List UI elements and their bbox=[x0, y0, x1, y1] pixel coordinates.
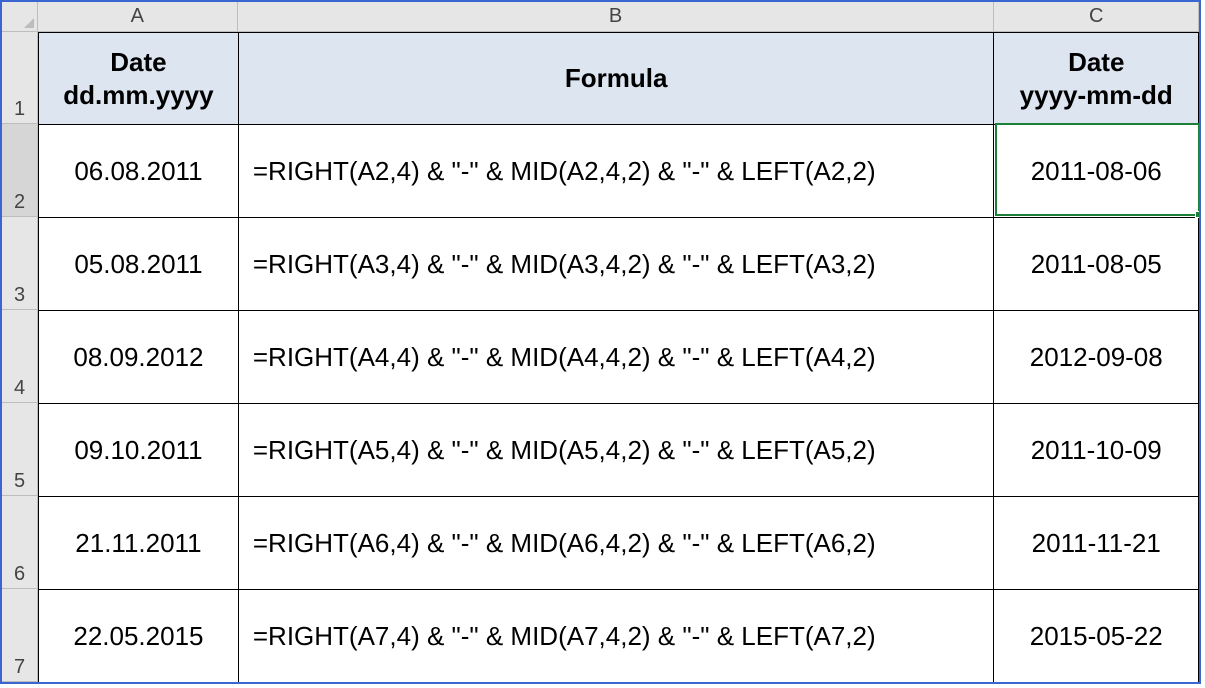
cell-A4[interactable]: 08.09.2012 bbox=[39, 311, 239, 404]
cell-A3[interactable]: 05.08.2011 bbox=[39, 218, 239, 311]
spreadsheet-table: Datedd.mm.yyyy Formula Dateyyyy-mm-dd 06… bbox=[38, 32, 1199, 683]
cell-B3[interactable]: =RIGHT(A3,4) & "-" & MID(A3,4,2) & "-" &… bbox=[238, 218, 994, 311]
row-header-7[interactable]: 7 bbox=[2, 589, 37, 682]
row-header-2[interactable]: 2 bbox=[2, 124, 37, 217]
column-headers: A B C bbox=[38, 2, 1199, 32]
cell-B4[interactable]: =RIGHT(A4,4) & "-" & MID(A4,4,2) & "-" &… bbox=[238, 311, 994, 404]
cell-A2[interactable]: 06.08.2011 bbox=[39, 125, 239, 218]
table-row: 06.08.2011 =RIGHT(A2,4) & "-" & MID(A2,4… bbox=[39, 125, 1199, 218]
col-header-A[interactable]: A bbox=[38, 2, 238, 31]
cell-A1[interactable]: Datedd.mm.yyyy bbox=[39, 33, 239, 125]
select-all-corner[interactable] bbox=[2, 2, 38, 32]
row-header-4[interactable]: 4 bbox=[2, 310, 37, 403]
cell-C5[interactable]: 2011-10-09 bbox=[994, 404, 1199, 497]
cell-C4[interactable]: 2012-09-08 bbox=[994, 311, 1199, 404]
cell-A7[interactable]: 22.05.2015 bbox=[39, 590, 239, 683]
table-row: 21.11.2011 =RIGHT(A6,4) & "-" & MID(A6,4… bbox=[39, 497, 1199, 590]
cell-B2[interactable]: =RIGHT(A2,4) & "-" & MID(A2,4,2) & "-" &… bbox=[238, 125, 994, 218]
row-header-5[interactable]: 5 bbox=[2, 403, 37, 496]
col-header-B[interactable]: B bbox=[238, 2, 995, 31]
table-header-row: Datedd.mm.yyyy Formula Dateyyyy-mm-dd bbox=[39, 33, 1199, 125]
table-row: 05.08.2011 =RIGHT(A3,4) & "-" & MID(A3,4… bbox=[39, 218, 1199, 311]
cell-C3[interactable]: 2011-08-05 bbox=[994, 218, 1199, 311]
cell-B5[interactable]: =RIGHT(A5,4) & "-" & MID(A5,4,2) & "-" &… bbox=[238, 404, 994, 497]
col-header-C[interactable]: C bbox=[994, 2, 1199, 31]
cell-B6[interactable]: =RIGHT(A6,4) & "-" & MID(A6,4,2) & "-" &… bbox=[238, 497, 994, 590]
cell-B7[interactable]: =RIGHT(A7,4) & "-" & MID(A7,4,2) & "-" &… bbox=[238, 590, 994, 683]
row-header-1[interactable]: 1 bbox=[2, 32, 37, 124]
table-row: 22.05.2015 =RIGHT(A7,4) & "-" & MID(A7,4… bbox=[39, 590, 1199, 683]
cell-C1[interactable]: Dateyyyy-mm-dd bbox=[994, 33, 1199, 125]
row-header-3[interactable]: 3 bbox=[2, 217, 37, 310]
cell-C6[interactable]: 2011-11-21 bbox=[994, 497, 1199, 590]
row-headers: 1 2 3 4 5 6 7 bbox=[2, 32, 38, 682]
spreadsheet-viewport: A B C 1 2 3 4 5 6 7 Datedd.mm.yyyy Formu… bbox=[0, 0, 1201, 684]
table-row: 09.10.2011 =RIGHT(A5,4) & "-" & MID(A5,4… bbox=[39, 404, 1199, 497]
cell-B1[interactable]: Formula bbox=[238, 33, 994, 125]
cell-A6[interactable]: 21.11.2011 bbox=[39, 497, 239, 590]
cell-C7[interactable]: 2015-05-22 bbox=[994, 590, 1199, 683]
cells-grid: Datedd.mm.yyyy Formula Dateyyyy-mm-dd 06… bbox=[38, 32, 1199, 682]
table-row: 08.09.2012 =RIGHT(A4,4) & "-" & MID(A4,4… bbox=[39, 311, 1199, 404]
cell-C2[interactable]: 2011-08-06 bbox=[994, 125, 1199, 218]
cell-A5[interactable]: 09.10.2011 bbox=[39, 404, 239, 497]
row-header-6[interactable]: 6 bbox=[2, 496, 37, 589]
